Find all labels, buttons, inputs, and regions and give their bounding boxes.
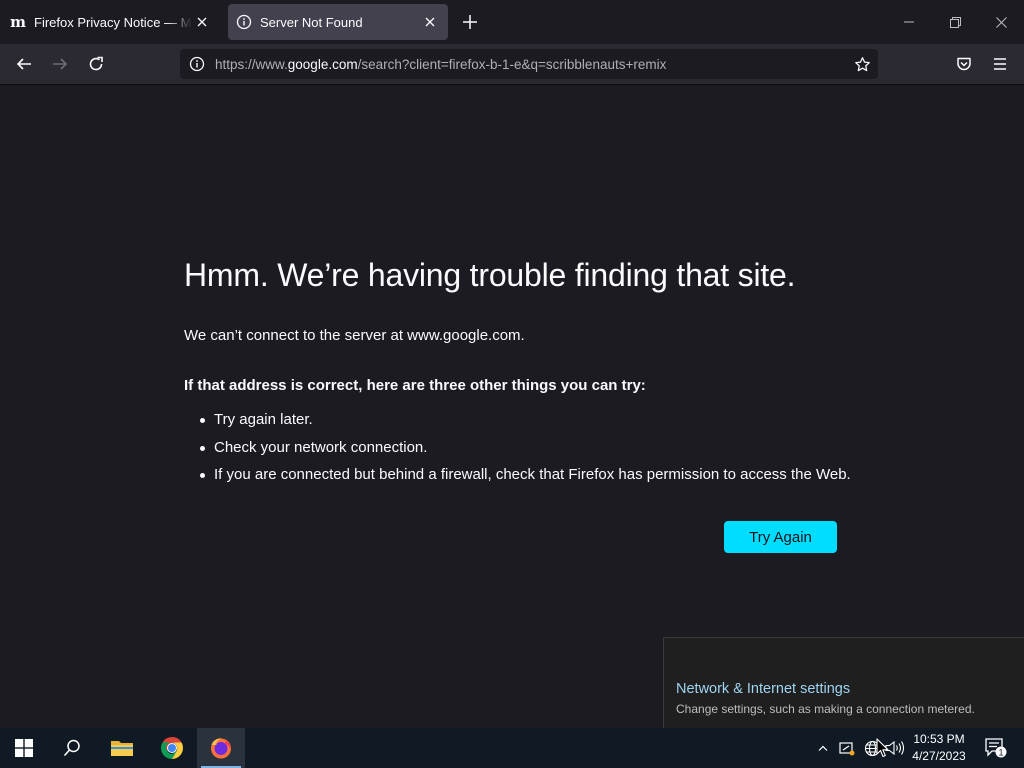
search-icon [63,739,80,757]
tab-title: Server Not Found [260,14,363,30]
taskbar: 10:53 PM 4/27/2023 1 [0,728,1024,768]
close-tab-icon[interactable] [192,12,212,32]
plus-icon [463,15,477,29]
action-center-button[interactable]: 1 [976,728,1016,768]
tab-privacy-notice[interactable]: m Firefox Privacy Notice — Mozilla [2,4,220,40]
network-settings-subtitle: Change settings, such as making a connec… [676,702,975,716]
reload-button[interactable] [81,50,111,78]
app-menu-button[interactable] [985,50,1015,78]
tab-title: Firefox Privacy Notice — Mozilla [34,14,192,30]
suggestions-list: Try again later. Check your network conn… [200,410,851,493]
close-icon [995,16,1007,28]
forward-button[interactable] [45,50,75,78]
try-again-button[interactable]: Try Again [724,521,837,553]
pocket-button[interactable] [949,50,979,78]
minimize-button[interactable] [886,0,932,44]
new-tab-button[interactable] [458,10,482,34]
error-description: We can’t connect to the server at www.go… [184,327,525,344]
system-tray-device-icon[interactable] [835,728,859,768]
hamburger-menu-icon [994,58,1006,70]
restore-icon [949,16,961,28]
arrow-right-icon [53,58,68,70]
network-settings-link[interactable]: Network & Internet settings [676,681,850,697]
network-flyout: Network & Internet settings Change setti… [663,637,1024,728]
firefox-button[interactable] [197,728,245,768]
suggestions-heading: If that address is correct, here are thr… [184,377,646,394]
clock-date: 4/27/2023 [912,749,966,763]
url-text[interactable]: https://www.google.com/search?client=fir… [212,57,847,72]
file-explorer-button[interactable] [98,728,146,768]
start-button[interactable] [0,728,48,768]
restore-button[interactable] [932,0,978,44]
folder-icon [111,741,133,756]
address-bar[interactable]: https://www.google.com/search?client=fir… [180,49,878,79]
error-page: Hmm. We’re having trouble finding that s… [0,85,1024,728]
minimize-icon [904,21,914,23]
site-info-icon[interactable] [182,49,212,79]
back-button[interactable] [9,50,39,78]
page-title: Hmm. We’re having trouble finding that s… [184,257,796,293]
mozilla-favicon-icon: m [10,13,26,31]
clock-time: 10:53 PM [913,732,965,746]
close-window-button[interactable] [978,0,1024,44]
tab-strip: m Firefox Privacy Notice — Mozilla Serve… [0,0,1024,44]
firefox-icon [211,738,231,759]
taskbar-clock[interactable]: 10:53 PM 4/27/2023 [906,731,972,765]
close-tab-icon[interactable] [420,12,440,32]
reload-icon [89,56,103,71]
chrome-icon [161,737,183,759]
search-button[interactable] [48,728,96,768]
list-item: If you are connected but behind a firewa… [200,465,851,493]
bookmark-star-icon[interactable] [847,49,877,79]
list-item: Check your network connection. [200,438,851,466]
tab-server-not-found[interactable]: Server Not Found [228,4,448,40]
chrome-button[interactable] [148,728,196,768]
svg-text:1: 1 [998,747,1003,757]
chevron-up-icon [818,745,828,751]
info-icon [236,14,252,30]
navigation-toolbar: https://www.google.com/search?client=fir… [0,44,1024,85]
arrow-left-icon [16,58,31,70]
pocket-icon [957,57,971,71]
notification-icon: 1 [985,738,1007,758]
list-item: Try again later. [200,410,851,438]
mouse-cursor-icon [876,738,889,758]
show-hidden-icons-button[interactable] [811,728,835,768]
windows-logo-icon [15,739,33,757]
